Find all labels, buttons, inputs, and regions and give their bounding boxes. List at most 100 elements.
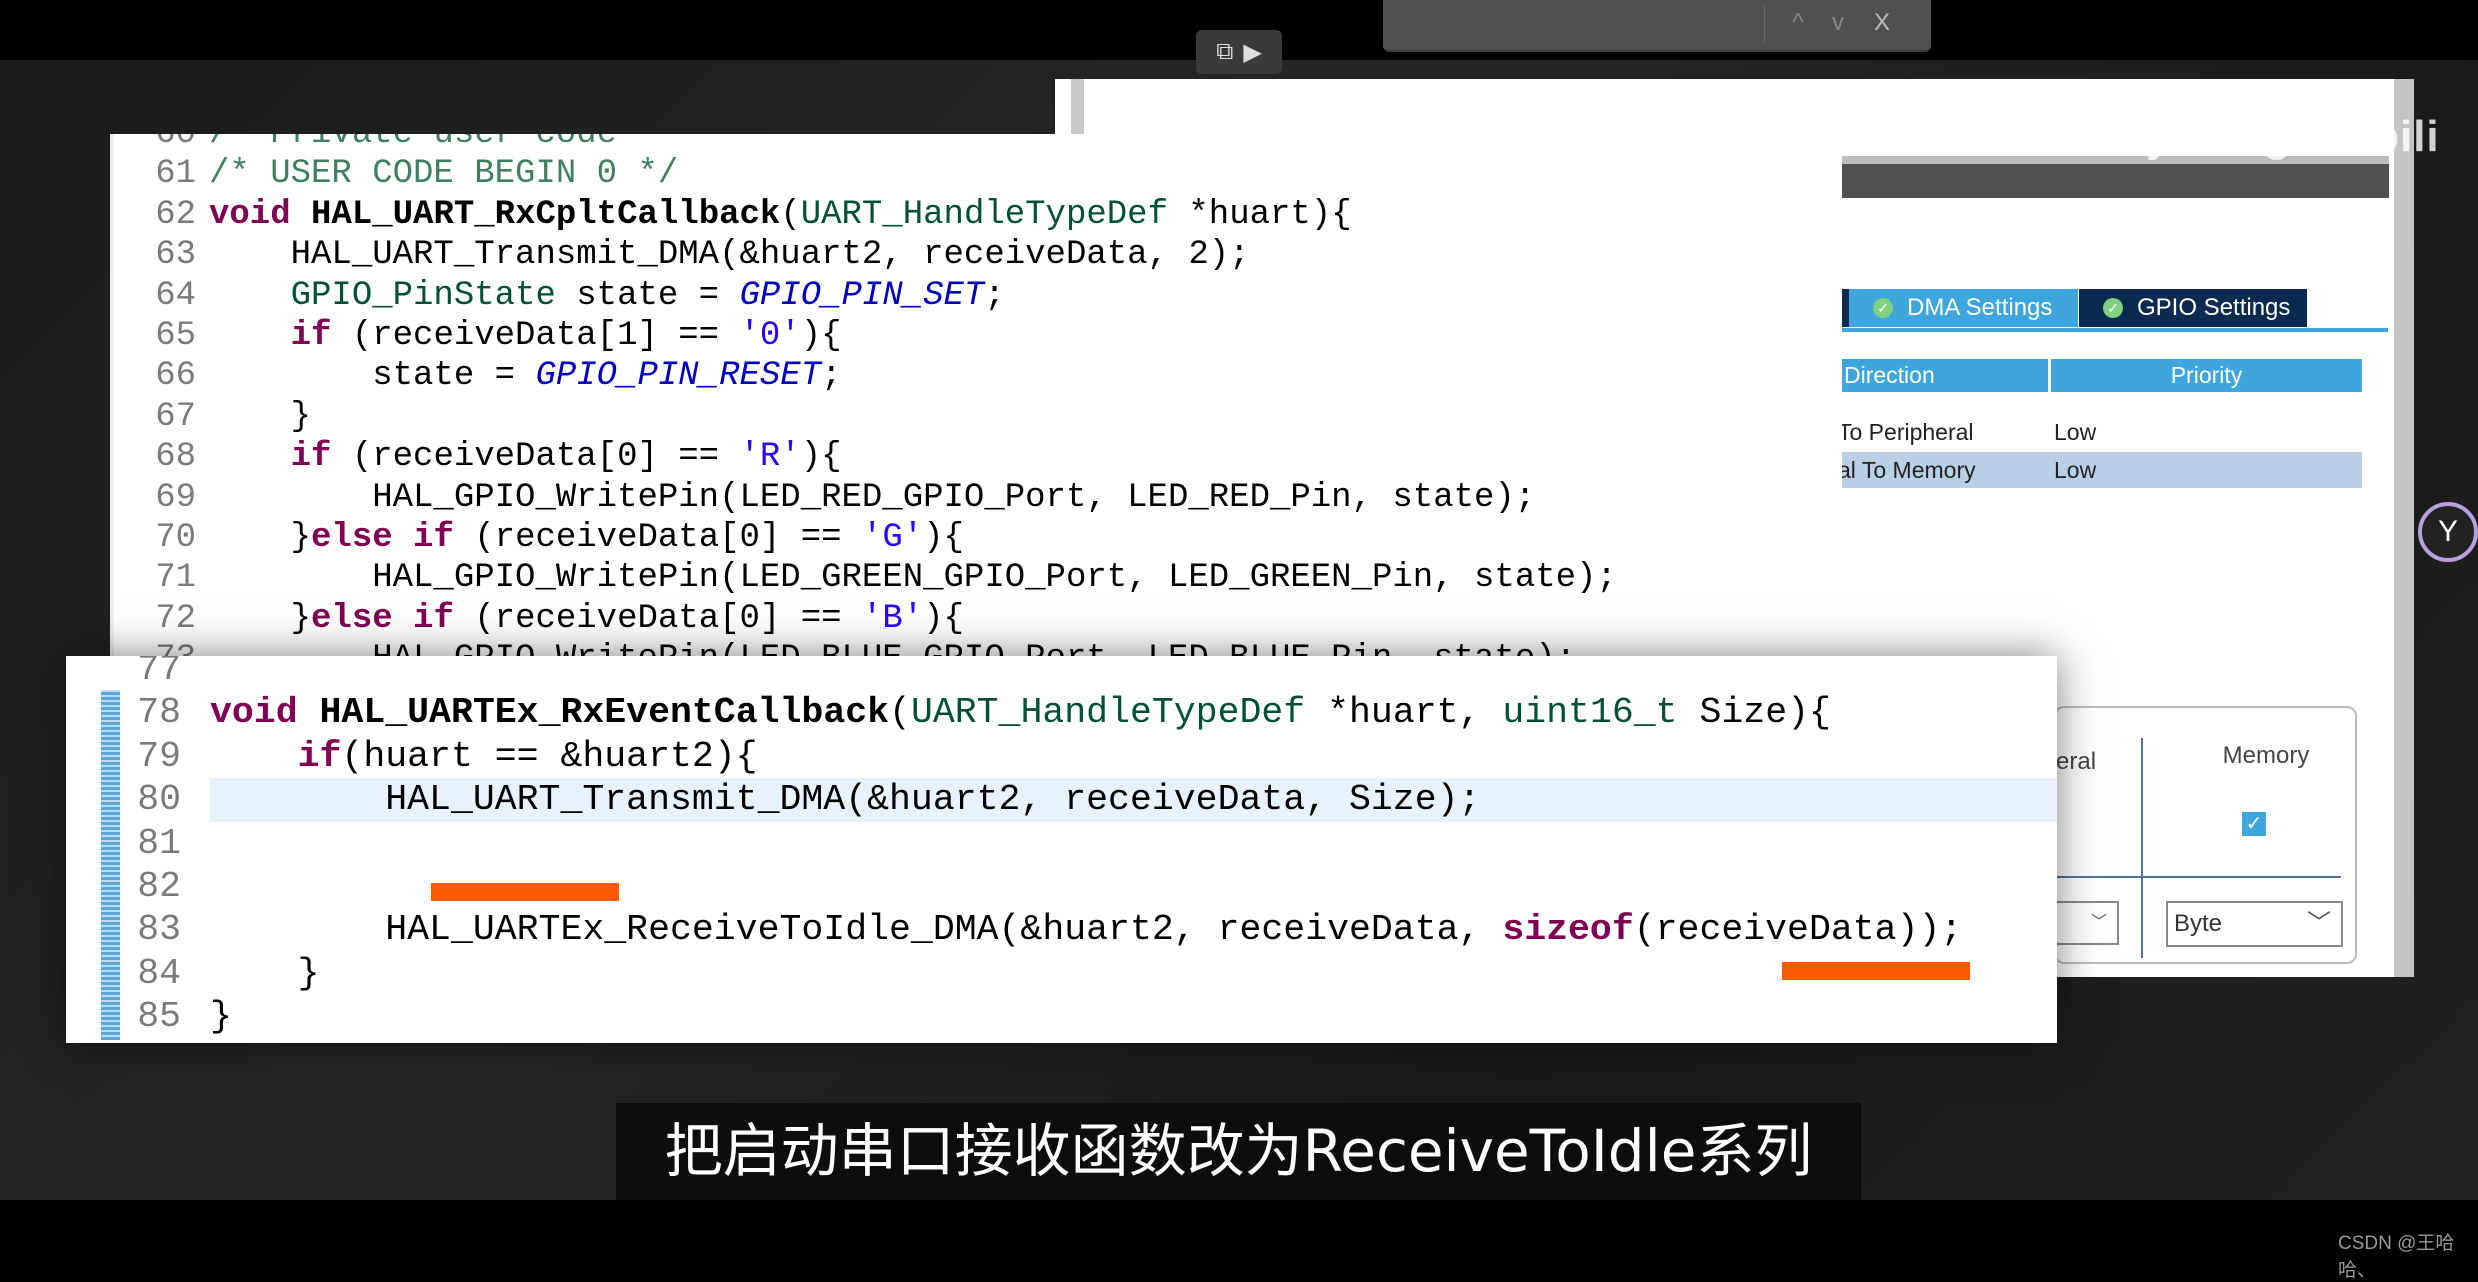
code-token: (huart == &huart2){ (341, 735, 758, 777)
code-line[interactable]: HAL_UART_Transmit_DMA(&huart2, receiveDa… (209, 235, 1250, 275)
line-number: 63 (155, 236, 196, 275)
chevron-down-icon[interactable]: v (1823, 6, 1853, 40)
line-number: 66 (155, 357, 196, 396)
code-line[interactable]: state = GPIO_PIN_RESET; (209, 356, 842, 396)
code-token: HAL_UARTEx_RxEventCallback (319, 692, 890, 734)
video-tools: ⧉ ▶ (1196, 30, 1282, 74)
code-line[interactable]: HAL_UART_Transmit_DMA(&huart2, receiveDa… (210, 778, 1480, 821)
scrollbar-right[interactable] (2394, 79, 2414, 977)
line-number: 77 (137, 656, 181, 690)
code-line[interactable]: } (210, 952, 320, 995)
line-number: 67 (155, 397, 196, 436)
code-token: ; (821, 357, 842, 396)
code-line[interactable]: HAL_GPIO_WritePin(LED_RED_GPIO_Port, LED… (209, 478, 1535, 518)
code-line[interactable]: void HAL_UART_RxCpltCallback(UART_Handle… (209, 195, 1352, 235)
cell-priority: Low (2054, 419, 2097, 445)
chevron-up-icon[interactable]: ^ (1783, 6, 1813, 40)
column-header-direction[interactable]: Direction (1838, 359, 2048, 392)
peripheral-label: eral (2056, 748, 2097, 775)
code-line[interactable]: void HAL_UARTEx_RxEventCallback(UART_Han… (210, 691, 1831, 734)
code-token: HAL_GPIO_WritePin(LED_GREEN_GPIO_Port, L… (209, 559, 1617, 598)
code-editor-top[interactable]: 60 /* Private user code 61 /* USER CODE BEG… (110, 134, 1842, 656)
cell-direction: al To Memory (1838, 457, 1976, 483)
subtitle: 把启动串口接收函数改为ReceiveToIdle系列 (616, 1103, 1861, 1200)
code-token: } (209, 599, 312, 638)
code-token: HAL_UART_RxCpltCallback (311, 195, 781, 234)
code-token: /* Private user code (209, 134, 618, 153)
code-line[interactable]: HAL_GPIO_WritePin(LED_GREEN_GPIO_Port, L… (209, 558, 1617, 598)
credit-watermark: CSDN @王哈哈、 (2338, 1233, 2455, 1281)
table-row-selected[interactable]: al To Memory Low (1838, 452, 2362, 488)
tab-label: GPIO Settings (2137, 294, 2291, 321)
code-token: } (209, 519, 312, 557)
code-token: if (210, 735, 342, 777)
line-number: 79 (137, 735, 181, 777)
code-token: else if (311, 599, 454, 638)
tab-dma-settings[interactable]: ✓ DMA Settings (1849, 289, 2078, 327)
line-number: 61 (155, 155, 196, 194)
code-line[interactable]: }else if (receiveData[0] == 'B'){ (209, 599, 964, 639)
code-token: HAL_GPIO_WritePin(LED_RED_GPIO_Port, LED… (209, 478, 1536, 517)
code-token: HAL_UARTEx_ReceiveToIdle_DMA(&huart2, re… (210, 909, 1503, 951)
memory-increment-checkbox[interactable]: ✓ (2242, 812, 2266, 836)
code-token: state = (209, 357, 536, 396)
find-bar-divider (1764, 6, 1765, 42)
code-token: Size){ (1677, 692, 1831, 734)
code-line[interactable]: GPIO_PinState state = GPIO_PIN_SET; (209, 276, 1005, 316)
line-number: 84 (137, 952, 181, 994)
code-line[interactable]: /* Private user code (209, 134, 617, 154)
picture-in-picture-icon[interactable]: ⧉ (1216, 38, 1233, 66)
increment-address-box: eral Memory ✓ ﹀ Byte ﹀ (2036, 706, 2357, 964)
code-line[interactable]: } (209, 397, 311, 437)
code-token: ( (780, 195, 801, 234)
video-sparkle-icon[interactable]: ▶ (1243, 38, 1261, 67)
code-token: 'R' (739, 438, 801, 477)
code-editor-bottom[interactable]: 77 78 void HAL_UARTEx_RxEventCallback(UART… (66, 656, 2057, 1043)
code-token: void (209, 195, 312, 234)
code-token: sizeof (1502, 909, 1634, 951)
check-circle-icon: ✓ (1873, 298, 1893, 318)
code-line[interactable]: if (receiveData[1] == '0'){ (209, 316, 842, 356)
line-number: 72 (155, 599, 196, 638)
code-token: GPIO_PIN_SET (739, 276, 985, 315)
line-number: 83 (137, 909, 181, 951)
code-token: ){ (923, 519, 964, 557)
code-line[interactable]: HAL_UARTEx_ReceiveToIdle_DMA(&huart2, re… (210, 908, 1962, 951)
code-line[interactable]: } (210, 995, 232, 1038)
column-header-priority[interactable]: Priority (2051, 359, 2362, 392)
line-number: 60 (155, 134, 196, 153)
tab-gpio-settings[interactable]: ✓ GPIO Settings (2079, 289, 2307, 327)
code-token: else if (311, 519, 454, 557)
code-token: HAL_GPIO_WritePin(LED_BLUE_GPIO_Port, LE… (209, 640, 1576, 656)
code-line[interactable]: HAL_GPIO_WritePin(LED_BLUE_GPIO_Port, LE… (209, 639, 1576, 656)
code-token: *huart){ (1167, 195, 1352, 234)
table-row[interactable]: To Peripheral Low (1838, 414, 2362, 450)
code-token: if (209, 438, 332, 477)
line-number: 71 (155, 559, 196, 598)
tab-label: DMA Settings (1907, 294, 2053, 321)
line-number: 68 (155, 438, 196, 477)
watermark-logo: keysking bilibili (2095, 112, 2440, 161)
line-number: 80 (137, 779, 181, 821)
code-token: } (210, 952, 320, 994)
code-token: UART_HandleTypeDef (800, 195, 1168, 234)
floating-assistant-icon[interactable]: Y (2418, 502, 2478, 562)
code-line[interactable]: if (receiveData[0] == 'R'){ (209, 437, 842, 477)
code-line[interactable]: }else if (receiveData[0] == 'G'){ (209, 518, 964, 558)
code-line[interactable]: if(huart == &huart2){ (210, 735, 758, 778)
check-circle-icon: ✓ (2103, 298, 2123, 318)
line-number: 62 (155, 195, 196, 234)
code-line[interactable]: /* USER CODE BEGIN 0 */ (209, 154, 678, 194)
code-token: (receiveData[0] == (453, 519, 862, 557)
code-token: if (209, 317, 332, 355)
code-token: ){ (800, 317, 842, 355)
line-number: 65 (155, 317, 196, 355)
close-icon[interactable]: X (1867, 6, 1897, 40)
code-token: /* USER CODE BEGIN 0 */ (209, 155, 679, 194)
line-number: 73 (134, 639, 196, 656)
code-token: (receiveData[0] == (331, 438, 740, 477)
divider (2141, 738, 2143, 958)
code-token: uint16_t (1502, 692, 1678, 734)
memory-width-select[interactable]: Byte ﹀ (2166, 901, 2343, 947)
tab-underline (1838, 328, 2388, 332)
